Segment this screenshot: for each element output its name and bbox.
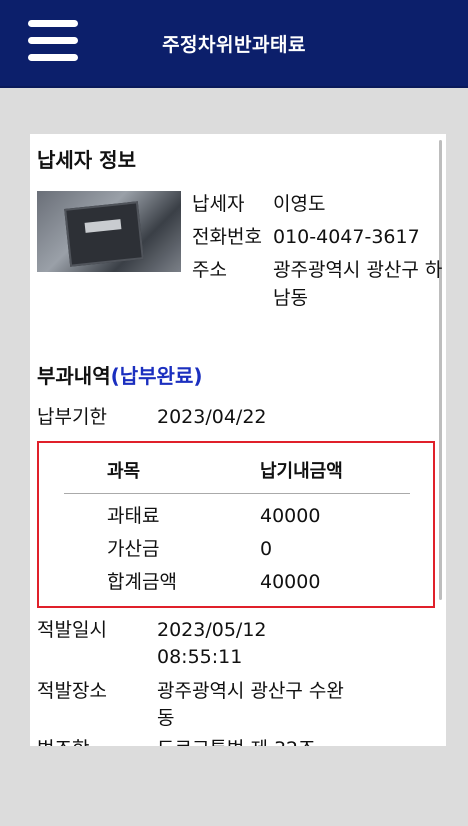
address-value: 광주광역시 광산구 하남동 <box>273 259 443 309</box>
address-label: 주소 <box>192 259 227 281</box>
fee-item: 합계금액 <box>107 571 177 593</box>
due-date-label: 납부기한 <box>37 406 107 428</box>
detection-place-value: 광주광역시 광산구 수완동 <box>157 680 344 729</box>
due-date-value: 2023/04/22 <box>157 406 267 428</box>
taxpayer-section-title: 납세자 정보 <box>37 148 136 172</box>
phone-label: 전화번호 <box>192 226 262 248</box>
vehicle-photo <box>37 191 181 272</box>
fee-table: 과목 납기내금액 과태료 40000 가산금 0 합계금액 40000 <box>37 441 435 608</box>
levy-section-title: 부과내역(납부완료) <box>37 360 203 389</box>
levy-title: 부과내역 <box>37 364 111 388</box>
law-clause-label: 법조항 <box>37 736 89 746</box>
fee-amount: 40000 <box>260 571 321 593</box>
taxpayer-label: 납세자 <box>192 193 245 215</box>
fee-header-amount: 납기내금액 <box>260 461 343 482</box>
page-title: 주정차위반과태료 <box>162 34 306 56</box>
content-card[interactable]: 납세자 정보 납세자 이영도 전화번호 010-4047-3617 주소 광주광… <box>30 134 446 746</box>
law-clause-value: 도로교통법 제 32조 <box>157 736 397 746</box>
detection-time-value: 2023/05/12 08:55:11 <box>157 619 267 668</box>
fee-header-item: 과목 <box>107 461 141 482</box>
detection-place-label: 적발장소 <box>37 680 107 702</box>
taxpayer-name: 이영도 <box>273 193 326 215</box>
fee-item: 과태료 <box>107 505 160 527</box>
payment-status: (납부완료) <box>110 364 203 388</box>
detection-time-label: 적발일시 <box>37 619 107 641</box>
fee-amount: 40000 <box>260 505 321 527</box>
fee-item: 가산금 <box>107 538 160 560</box>
app-header: 주정차위반과태료 <box>0 0 468 88</box>
fee-amount: 0 <box>260 538 273 560</box>
fee-divider <box>64 493 410 494</box>
phone-value: 010-4047-3617 <box>273 226 420 248</box>
